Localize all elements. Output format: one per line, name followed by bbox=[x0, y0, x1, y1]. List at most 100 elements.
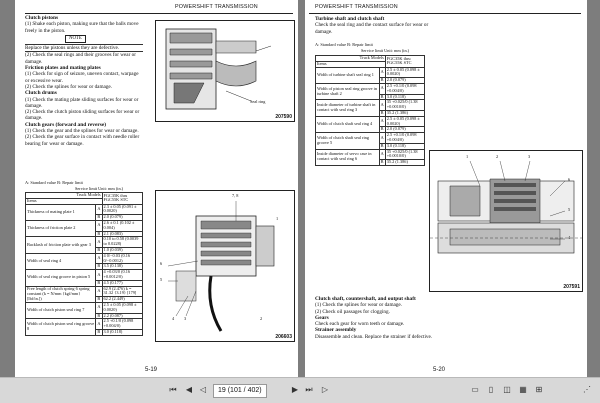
next-view-icon[interactable]: ▷ bbox=[320, 385, 330, 395]
table-cell-b: 35.2 (1.386) bbox=[384, 159, 426, 166]
table-cell-item: Width of piston seal ring groove in turb… bbox=[315, 82, 380, 101]
right-page: POWERSHIFT TRANSMISSION Turbine shaft an… bbox=[305, 0, 587, 377]
callout-label: 6 bbox=[568, 177, 571, 182]
table-cell-item: Inside diameter of servo case in contact… bbox=[315, 148, 380, 166]
piston-cross-section-drawing bbox=[165, 28, 272, 110]
table-legend: A: Standard value B: Repair limit bbox=[315, 42, 373, 47]
table-cell-item: Width of seal ring 4 bbox=[24, 252, 97, 271]
unit-label: Service limit Unit: mm (in.) bbox=[75, 186, 124, 191]
table-cell-a: 0.10 to 0.58 (0.0039 to 0.0228) bbox=[101, 236, 144, 248]
seal-ring-label: Seal ring bbox=[250, 99, 266, 104]
table-cell-item: Backlash of friction plate with gear 3 bbox=[24, 236, 97, 254]
layout-continuous-facing-icon[interactable]: ▦ bbox=[518, 385, 528, 395]
first-page-icon[interactable]: ⏮ bbox=[168, 385, 178, 395]
page-number-input[interactable]: 19 (101 / 402) bbox=[213, 384, 267, 398]
layout-single-icon[interactable]: ▭ bbox=[470, 385, 480, 395]
page-number: 5-19 bbox=[145, 367, 158, 373]
table-row: Width of seal ring 4A4 0/−0.03 (0.16 0/−… bbox=[24, 252, 144, 271]
table-cell-item: Width of clutch piston seal ring groove … bbox=[24, 318, 97, 336]
table-cell-item: Free length of clutch spring 6 spring co… bbox=[24, 285, 97, 303]
paragraph: (2) Check oil passages for clogging. bbox=[315, 308, 390, 315]
paragraph: (2) Check the gear surface in contact wi… bbox=[25, 134, 140, 147]
layout-facing-icon[interactable]: ◫ bbox=[502, 385, 512, 395]
figure-id: 207590 bbox=[275, 114, 292, 120]
table-cell-item: Thickness of friction plate 2 bbox=[24, 219, 97, 238]
table-cell-a: 2.3 ± 0.05 (0.091 ± 0.0020) bbox=[101, 203, 144, 216]
callout-label: 1 bbox=[276, 216, 279, 221]
layout-continuous-icon[interactable]: ▯ bbox=[486, 385, 496, 395]
table-cell-a: 62.9 (2.476) k = 31.32 {3.19} [179] bbox=[101, 285, 144, 298]
previous-page-icon[interactable]: ◀ bbox=[184, 385, 194, 395]
table-row: Thickness of friction plate 2 A 2.6 ± 0.1 … bbox=[24, 219, 144, 238]
note-label: NOTE bbox=[65, 34, 86, 44]
table-cell-a: 2.5 +0.1/0 (0.098 +0.004/0) bbox=[384, 83, 426, 95]
resize-grip-icon[interactable]: ⋰ bbox=[582, 385, 592, 395]
right-text-bottom: Clutch shaft, countershaft, and output s… bbox=[315, 296, 580, 340]
table-cell-item: Width of seal ring groove in piston 5 bbox=[24, 269, 97, 287]
left-page: POWERSHIFT TRANSMISSION Clutch pistons (… bbox=[15, 0, 298, 377]
table-cell-a: 2.5 +0.1/0 (0.098 +0.004/0) bbox=[384, 132, 426, 144]
callout-label: 6 bbox=[160, 261, 163, 266]
paragraph: (2) Check the seal rings and their groov… bbox=[25, 52, 136, 65]
header-rule bbox=[309, 13, 581, 14]
table-row: Thickness of mating plate 1 A 2.3 ± 0.05 (… bbox=[24, 203, 144, 221]
section-title: Strainer assembly bbox=[315, 327, 357, 334]
table-cell-item: Width of clutch piston seal ring 7 bbox=[24, 301, 97, 320]
table-cell-a: 2.6 ± 0.1 (0.102 ± 0.004) bbox=[101, 220, 144, 232]
table-row: Width of turbine shaft seal ring 1 A 2.5 ±… bbox=[315, 66, 426, 84]
callout-label: 5 bbox=[160, 277, 163, 282]
zoom-icon[interactable]: ⊞ bbox=[534, 385, 544, 395]
table-cell-b: 3.0 (0.118) bbox=[101, 328, 144, 336]
figure-id: 207591 bbox=[563, 284, 580, 290]
table-legend: A: Standard value B: Repair limit bbox=[25, 180, 83, 185]
right-spec-table: Truck Models FGC35K thru FGC55K STC Item… bbox=[315, 55, 426, 166]
table-row: Free length of clutch spring 6 spring co… bbox=[24, 285, 144, 303]
page-header: POWERSHIFT TRANSMISSION bbox=[315, 4, 398, 10]
table-cell-a: 2.5 ± 0.05 (0.098 ± 0.0020) bbox=[384, 115, 426, 128]
table-row: Inside diameter of turbine shaft in cont… bbox=[315, 99, 426, 117]
callout-label: 3 bbox=[184, 316, 187, 321]
table-cell-a: 35 +0.025/0 (1.38 +0.0010/0) bbox=[384, 148, 426, 161]
table-cell-item: Width of turbine shaft seal ring 1 bbox=[315, 66, 380, 84]
viewer-toolbar: ⏮ ◀ ◁ 19 (101 / 402) ▶ ⏭ ▷ ▭ ▯ ◫ ▦ ⊞ ⋰ bbox=[0, 377, 600, 403]
section-title: Gears bbox=[315, 314, 329, 321]
table-header-model-range: FGC35K thru FGC55K STC bbox=[101, 192, 144, 205]
header-rule bbox=[25, 13, 293, 14]
table-cell-a: 2.5 +0.1/0 (0.098 +0.004/0) bbox=[101, 318, 144, 330]
left-spec-table: Truck Models FGC35K thru FGC55K STC Item… bbox=[24, 192, 144, 336]
section-title: Clutch drums bbox=[25, 90, 57, 97]
table-cell-item: Inside diameter of turbine shaft in cont… bbox=[315, 99, 380, 117]
table-cell-item: Width of clutch shaft seal ring groove 5 bbox=[315, 132, 380, 150]
seal-ring-figure: Seal ring 207590 bbox=[155, 20, 295, 122]
clutch-assembly-drawing bbox=[167, 201, 275, 332]
next-page-icon[interactable]: ▶ bbox=[290, 385, 300, 395]
paragraph: (1) Check for sign of seizure, uneven co… bbox=[25, 71, 139, 84]
right-text-top: Turbine shaft and clutch shaft Check the… bbox=[315, 16, 435, 35]
last-page-icon[interactable]: ⏭ bbox=[304, 385, 314, 395]
left-text-column: Clutch pistons (1) Shake each piston, ma… bbox=[25, 15, 143, 147]
paragraph: Check the seal ring and the contact surf… bbox=[315, 22, 429, 35]
callout-label: 3 bbox=[528, 154, 531, 159]
previous-view-icon[interactable]: ◁ bbox=[198, 385, 208, 395]
table-cell-a: 4 0/−0.03 (0.16 0/−0.0012) bbox=[101, 252, 144, 265]
clutch-assembly-figure: 7, 8 6 5 4 3 2 1 206603 bbox=[155, 190, 295, 342]
shaft-cross-section-drawing bbox=[430, 160, 582, 254]
shaft-seal-figure: 1 2 3 6 5 4 207591 bbox=[429, 150, 583, 292]
paragraph: (2) Check the clutch piston sliding surf… bbox=[25, 109, 140, 122]
table-header-model-range: FGC35K thru FGC55K STC bbox=[384, 55, 426, 68]
callout-label: 5 bbox=[568, 207, 571, 212]
callout-label: 1 bbox=[466, 154, 469, 159]
callout-label: 4 bbox=[568, 235, 571, 240]
unit-label: Service limit Unit: mm (in.) bbox=[361, 48, 410, 53]
table-row: Width of clutch piston seal ring groove … bbox=[24, 318, 144, 336]
table-cell-item: Thickness of mating plate 1 bbox=[24, 203, 97, 221]
table-row: Width of piston seal ring groove in turb… bbox=[315, 82, 426, 101]
table-row: Width of clutch shaft seal ring groove 5… bbox=[315, 132, 426, 150]
page-header: POWERSHIFT TRANSMISSION bbox=[175, 4, 258, 10]
paragraph: (1) Shake each piston, making sure that … bbox=[25, 21, 139, 34]
callout-label: 7, 8 bbox=[232, 193, 239, 198]
callout-label: 4 bbox=[172, 316, 175, 321]
table-cell-a: 2.5 ± 0.05 (0.098 ± 0.0020) bbox=[384, 66, 426, 79]
table-cell-a: 35 +0.025/0 (1.38 +0.0010/0) bbox=[384, 99, 426, 111]
figure-id: 206603 bbox=[275, 334, 292, 340]
